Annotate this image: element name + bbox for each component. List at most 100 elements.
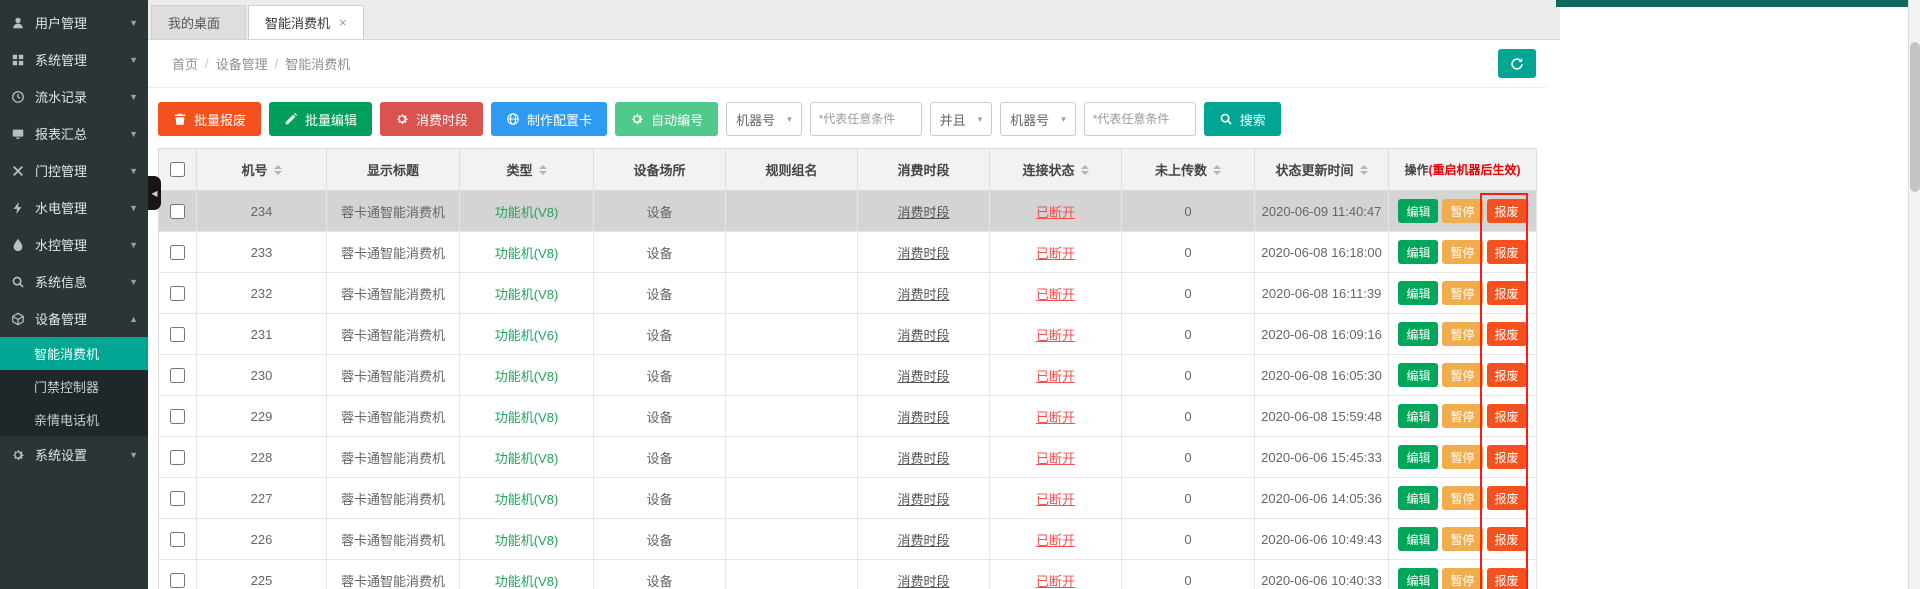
pause-button[interactable]: 暂停	[1442, 363, 1482, 387]
row-checkbox[interactable]	[170, 450, 185, 465]
breadcrumb-item[interactable]: 设备管理	[216, 54, 268, 73]
pause-button[interactable]: 暂停	[1442, 568, 1482, 589]
table-row[interactable]: 234 蓉卡通智能消费机 功能机(V8) 设备 消费时段 已断开 0 2020-…	[159, 191, 1536, 232]
period-link[interactable]: 消费时段	[897, 284, 949, 303]
row-checkbox[interactable]	[170, 327, 185, 342]
column-header[interactable]: 机号	[197, 149, 327, 191]
breadcrumb-item[interactable]: 智能消费机	[285, 54, 350, 73]
scrap-button[interactable]: 报废	[1487, 199, 1527, 223]
period-link[interactable]: 消费时段	[897, 489, 949, 508]
sidebar-item[interactable]: 设备管理 ▲	[0, 300, 148, 337]
period-link[interactable]: 消费时段	[897, 407, 949, 426]
column-header[interactable]: 显示标题	[327, 149, 460, 191]
period-link[interactable]: 消费时段	[897, 243, 949, 262]
row-checkbox[interactable]	[170, 491, 185, 506]
scrap-button[interactable]: 报废	[1487, 445, 1527, 469]
refresh-button[interactable]	[1498, 49, 1536, 78]
scrap-button[interactable]: 报废	[1487, 363, 1527, 387]
sidebar-item[interactable]: 系统信息 ▼	[0, 263, 148, 300]
scrap-button[interactable]: 报废	[1487, 486, 1527, 510]
status-link[interactable]: 已断开	[1036, 202, 1075, 221]
table-row[interactable]: 229 蓉卡通智能消费机 功能机(V8) 设备 消费时段 已断开 0 2020-…	[159, 396, 1536, 437]
edit-button[interactable]: 编辑	[1398, 445, 1438, 469]
tab[interactable]: 智能消费机 ×	[248, 5, 364, 39]
period-link[interactable]: 消费时段	[897, 325, 949, 344]
logic-select[interactable]: 并且 ▾	[930, 102, 993, 136]
toolbar-button[interactable]: 自动编号	[615, 102, 718, 136]
table-row[interactable]: 232 蓉卡通智能消费机 功能机(V8) 设备 消费时段 已断开 0 2020-…	[159, 273, 1536, 314]
status-link[interactable]: 已断开	[1036, 284, 1075, 303]
scrollbar[interactable]	[1908, 0, 1920, 589]
close-icon[interactable]: ×	[339, 16, 347, 29]
field-select-1[interactable]: 机器号 ▾	[726, 102, 802, 136]
toolbar-button[interactable]: 制作配置卡	[491, 102, 607, 136]
toolbar-button[interactable]: 消费时段	[380, 102, 483, 136]
edit-button[interactable]: 编辑	[1398, 486, 1438, 510]
edit-button[interactable]: 编辑	[1398, 199, 1438, 223]
column-header[interactable]: 状态更新时间	[1255, 149, 1389, 191]
field-select-2[interactable]: 机器号 ▾	[1000, 102, 1076, 136]
pause-button[interactable]: 暂停	[1442, 281, 1482, 305]
column-header[interactable]: 连接状态	[990, 149, 1122, 191]
status-link[interactable]: 已断开	[1036, 530, 1075, 549]
status-link[interactable]: 已断开	[1036, 366, 1075, 385]
edit-button[interactable]: 编辑	[1398, 527, 1438, 551]
row-checkbox[interactable]	[170, 245, 185, 260]
status-link[interactable]: 已断开	[1036, 407, 1075, 426]
status-link[interactable]: 已断开	[1036, 325, 1075, 344]
edit-button[interactable]: 编辑	[1398, 363, 1438, 387]
scrap-button[interactable]: 报废	[1487, 281, 1527, 305]
row-checkbox[interactable]	[170, 368, 185, 383]
sidebar-item[interactable]: 水控管理 ▼	[0, 226, 148, 263]
scrap-button[interactable]: 报废	[1487, 404, 1527, 428]
period-link[interactable]: 消费时段	[897, 448, 949, 467]
sidebar-item[interactable]: 亲情电话机	[0, 403, 148, 436]
table-row[interactable]: 226 蓉卡通智能消费机 功能机(V8) 设备 消费时段 已断开 0 2020-…	[159, 519, 1536, 560]
pause-button[interactable]: 暂停	[1442, 322, 1482, 346]
column-header[interactable]: 规则组名	[726, 149, 858, 191]
sidebar-item[interactable]: 智能消费机	[0, 337, 148, 370]
condition-input-2[interactable]	[1084, 102, 1196, 136]
period-link[interactable]: 消费时段	[897, 571, 949, 589]
pause-button[interactable]: 暂停	[1442, 199, 1482, 223]
scrollbar-thumb[interactable]	[1910, 42, 1920, 192]
column-header[interactable]: 消费时段	[858, 149, 990, 191]
row-checkbox[interactable]	[170, 409, 185, 424]
status-link[interactable]: 已断开	[1036, 243, 1075, 262]
table-row[interactable]: 225 蓉卡通智能消费机 功能机(V8) 设备 消费时段 已断开 0 2020-…	[159, 560, 1536, 589]
sidebar-item[interactable]: 门控管理 ▼	[0, 152, 148, 189]
breadcrumb-item[interactable]: 首页	[172, 54, 198, 73]
sidebar-item[interactable]: 水电管理 ▼	[0, 189, 148, 226]
sidebar-item[interactable]: 系统设置 ▼	[0, 436, 148, 473]
scrap-button[interactable]: 报废	[1487, 568, 1527, 589]
scrap-button[interactable]: 报废	[1487, 527, 1527, 551]
status-link[interactable]: 已断开	[1036, 489, 1075, 508]
status-link[interactable]: 已断开	[1036, 571, 1075, 589]
table-row[interactable]: 228 蓉卡通智能消费机 功能机(V8) 设备 消费时段 已断开 0 2020-…	[159, 437, 1536, 478]
search-button[interactable]: 搜索	[1204, 102, 1281, 136]
sidebar-item[interactable]: 流水记录 ▼	[0, 78, 148, 115]
edit-button[interactable]: 编辑	[1398, 240, 1438, 264]
scrap-button[interactable]: 报废	[1487, 322, 1527, 346]
row-checkbox[interactable]	[170, 532, 185, 547]
tab[interactable]: 我的桌面	[151, 5, 246, 39]
table-row[interactable]: 233 蓉卡通智能消费机 功能机(V8) 设备 消费时段 已断开 0 2020-…	[159, 232, 1536, 273]
column-header[interactable]: 类型	[460, 149, 594, 191]
sidebar-item[interactable]: 系统管理 ▼	[0, 41, 148, 78]
column-header[interactable]: 未上传数	[1122, 149, 1255, 191]
period-link[interactable]: 消费时段	[897, 530, 949, 549]
pause-button[interactable]: 暂停	[1442, 240, 1482, 264]
period-link[interactable]: 消费时段	[897, 366, 949, 385]
condition-input-1[interactable]	[810, 102, 922, 136]
sidebar-collapse-handle[interactable]: ◀	[148, 176, 161, 210]
pause-button[interactable]: 暂停	[1442, 527, 1482, 551]
status-link[interactable]: 已断开	[1036, 448, 1075, 467]
edit-button[interactable]: 编辑	[1398, 404, 1438, 428]
table-row[interactable]: 227 蓉卡通智能消费机 功能机(V8) 设备 消费时段 已断开 0 2020-…	[159, 478, 1536, 519]
toolbar-button[interactable]: 批量编辑	[269, 102, 372, 136]
row-checkbox[interactable]	[170, 286, 185, 301]
period-link[interactable]: 消费时段	[897, 202, 949, 221]
edit-button[interactable]: 编辑	[1398, 568, 1438, 589]
sidebar-item[interactable]: 报表汇总 ▼	[0, 115, 148, 152]
row-checkbox[interactable]	[170, 573, 185, 588]
